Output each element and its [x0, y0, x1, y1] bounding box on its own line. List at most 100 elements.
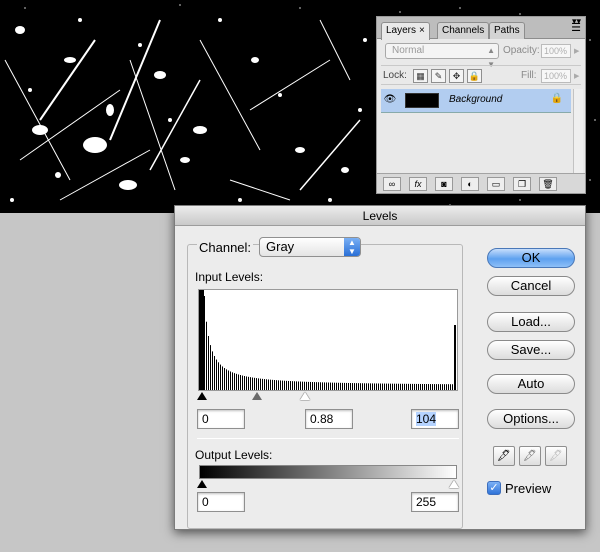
- white-eyedropper-icon[interactable]: 🖋: [545, 446, 567, 466]
- layer-row-background[interactable]: 👁 Background 🔒: [381, 89, 571, 113]
- blend-mode-select[interactable]: Normal ▲ ▼: [385, 43, 499, 69]
- fill-field[interactable]: 100%: [541, 69, 571, 83]
- histogram-bar: [422, 383, 423, 390]
- histogram-bar: [452, 384, 453, 390]
- opacity-label: Opacity:: [503, 45, 540, 56]
- histogram-bar: [410, 383, 411, 390]
- options-button[interactable]: Options...: [487, 409, 575, 429]
- histogram-bar: [298, 381, 299, 390]
- opacity-arrow-icon[interactable]: ▶: [574, 47, 579, 55]
- input-gamma-field[interactable]: 0.88: [305, 409, 353, 429]
- lock-brush-icon[interactable]: ✎: [431, 69, 446, 83]
- input-white-slider[interactable]: [300, 392, 310, 400]
- output-black-slider[interactable]: [197, 480, 207, 488]
- load-button[interactable]: Load...: [487, 312, 575, 332]
- histogram-bar: [242, 375, 243, 390]
- histogram-bar: [268, 379, 269, 390]
- cancel-button[interactable]: Cancel: [487, 276, 575, 296]
- blend-row: Normal ▲ ▼ Opacity: 100% ▶: [381, 43, 581, 69]
- histogram-bar: [436, 384, 437, 390]
- histogram-bar: [218, 362, 219, 390]
- link-layers-icon[interactable]: ∞: [383, 177, 401, 191]
- output-white-slider[interactable]: [449, 480, 459, 488]
- tab-paths[interactable]: Paths: [489, 22, 525, 39]
- new-layer-icon[interactable]: ❐: [513, 177, 531, 191]
- input-white-field[interactable]: 104: [411, 409, 459, 429]
- tab-layers[interactable]: Layers ×: [381, 22, 430, 40]
- histogram-bar: [432, 384, 433, 390]
- histogram-bar: [292, 381, 293, 390]
- histogram-bar: [312, 382, 313, 390]
- gray-eyedropper-icon[interactable]: 🖋: [519, 446, 541, 466]
- histogram-bar: [388, 383, 389, 390]
- input-black-slider[interactable]: [197, 392, 207, 400]
- layers-panel: Layers × Channels Paths ▾▾ ☰ Normal ▲ ▼ Op…: [376, 16, 586, 194]
- layer-style-icon[interactable]: fx: [409, 177, 427, 191]
- histogram-bar: [314, 382, 315, 390]
- histogram-bar: [342, 382, 343, 390]
- histogram-bar: [244, 376, 245, 390]
- close-icon[interactable]: ×: [419, 25, 425, 36]
- histogram-bar: [320, 382, 321, 390]
- blend-mode-value: Normal: [392, 45, 425, 56]
- histogram-bar: [282, 380, 283, 390]
- trash-icon[interactable]: 🗑: [539, 177, 557, 191]
- histogram-bar: [346, 382, 347, 390]
- histogram-bar: [272, 379, 273, 390]
- output-slider[interactable]: [197, 480, 459, 490]
- histogram-bar: [334, 382, 335, 390]
- adjustment-layer-icon[interactable]: ◐: [461, 177, 479, 191]
- black-eyedropper-icon[interactable]: 🖋: [493, 446, 515, 466]
- histogram-bar: [402, 383, 403, 390]
- histogram-bar: [454, 325, 456, 390]
- histogram-bar: [212, 351, 213, 390]
- input-black-field[interactable]: 0: [197, 409, 245, 429]
- lock-transparency-icon[interactable]: ▦: [413, 69, 428, 83]
- save-button[interactable]: Save...: [487, 340, 575, 360]
- auto-button[interactable]: Auto: [487, 374, 575, 394]
- panel-menu-icon[interactable]: ☰: [571, 21, 581, 34]
- histogram-bar: [330, 382, 331, 390]
- histogram-bar: [416, 383, 417, 390]
- histogram-bar: [234, 373, 235, 390]
- layer-lock-icon: 🔒: [550, 93, 563, 104]
- histogram-bar: [228, 370, 229, 390]
- histogram-bar: [366, 383, 367, 390]
- histogram-bar: [258, 378, 259, 390]
- histogram-bar: [260, 378, 261, 390]
- layer-mask-icon[interactable]: ◙: [435, 177, 453, 191]
- lock-label: Lock:: [383, 70, 407, 81]
- histogram-bar: [316, 382, 317, 390]
- histogram-bar: [350, 383, 351, 390]
- histogram-bar: [214, 356, 215, 390]
- fill-arrow-icon[interactable]: ▶: [574, 72, 579, 80]
- histogram-bar: [322, 382, 323, 390]
- input-gamma-slider[interactable]: [252, 392, 262, 400]
- histogram-bar: [390, 383, 391, 390]
- histogram-bar: [232, 372, 233, 390]
- histogram-bar: [340, 382, 341, 390]
- chevron-updown-icon: ▲ ▼: [344, 238, 360, 256]
- histogram-bar: [276, 380, 277, 390]
- channel-select[interactable]: Gray ▲ ▼: [259, 237, 361, 257]
- tab-channels[interactable]: Channels: [437, 22, 490, 39]
- histogram-bar: [210, 345, 211, 390]
- input-white-value: 104: [416, 412, 437, 426]
- output-black-field[interactable]: 0: [197, 492, 245, 512]
- layers-scrollbar[interactable]: [573, 89, 583, 173]
- opacity-field[interactable]: 100%: [541, 44, 571, 58]
- histogram-bar: [336, 382, 337, 390]
- histogram-bar: [414, 383, 415, 390]
- lock-move-icon[interactable]: ✥: [449, 69, 464, 83]
- histogram-bar: [284, 380, 285, 390]
- histogram-bar: [374, 383, 375, 390]
- histogram-bar: [400, 383, 401, 390]
- eye-icon[interactable]: 👁: [383, 93, 397, 107]
- output-white-field[interactable]: 255: [411, 492, 459, 512]
- histogram-bar: [356, 383, 357, 390]
- lock-all-icon[interactable]: 🔒: [467, 69, 482, 83]
- input-slider[interactable]: [197, 392, 459, 404]
- preview-checkbox[interactable]: ✓: [487, 481, 501, 495]
- ok-button[interactable]: OK: [487, 248, 575, 268]
- new-group-icon[interactable]: ▭: [487, 177, 505, 191]
